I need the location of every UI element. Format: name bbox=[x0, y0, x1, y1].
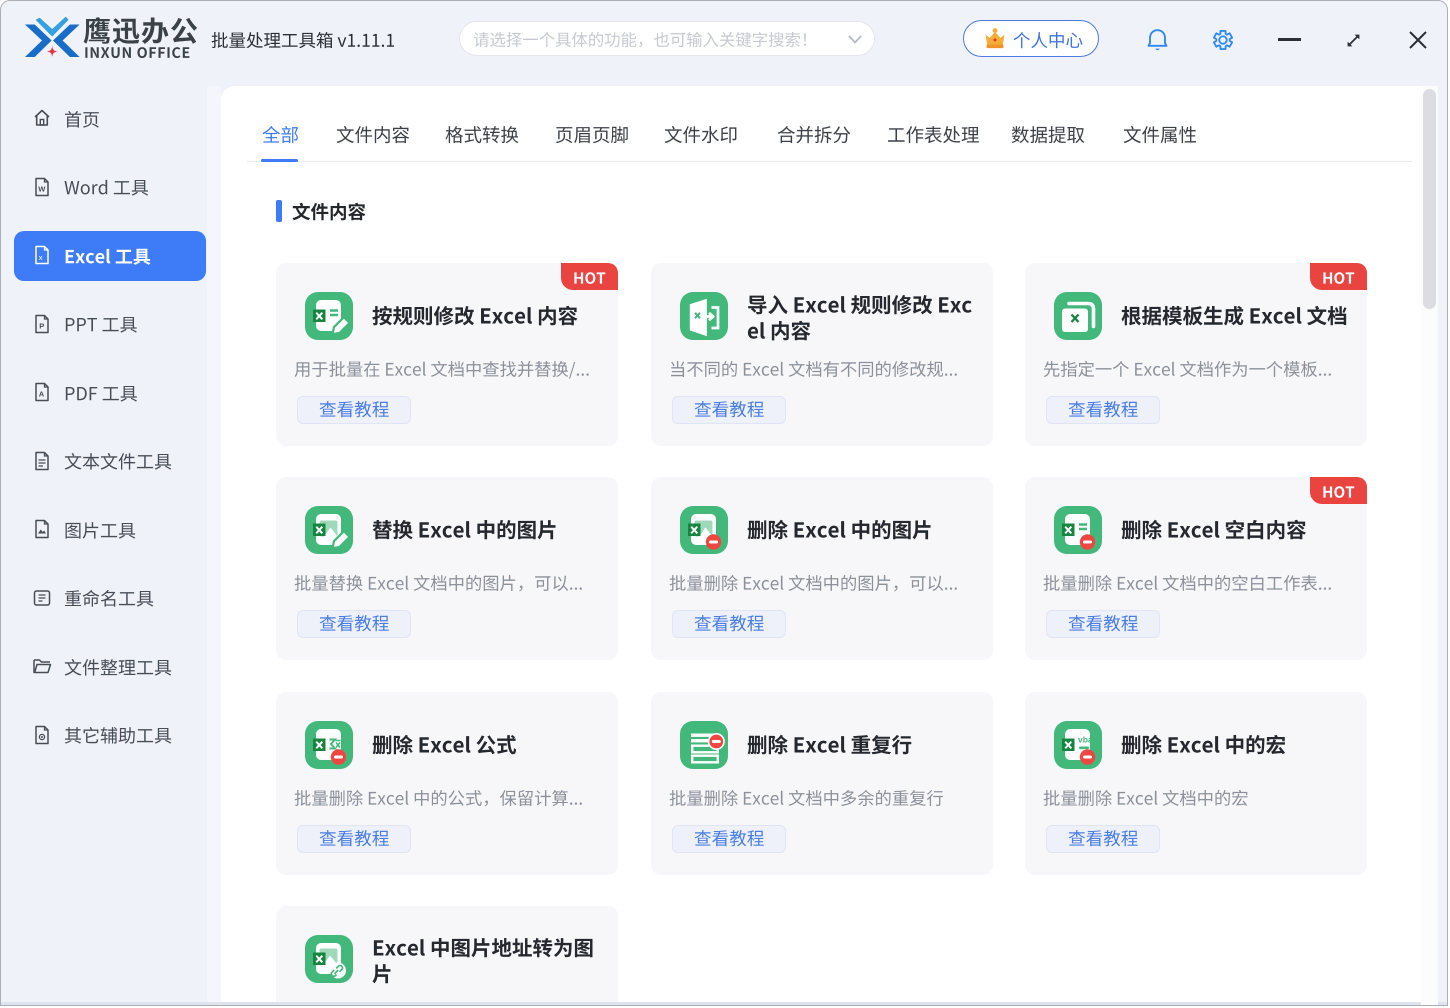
svg-text:x: x bbox=[39, 253, 43, 262]
svg-text:A: A bbox=[39, 390, 45, 399]
svg-text:W: W bbox=[38, 184, 46, 193]
svg-text:P: P bbox=[39, 321, 44, 330]
svg-text:vba: vba bbox=[1078, 735, 1093, 745]
